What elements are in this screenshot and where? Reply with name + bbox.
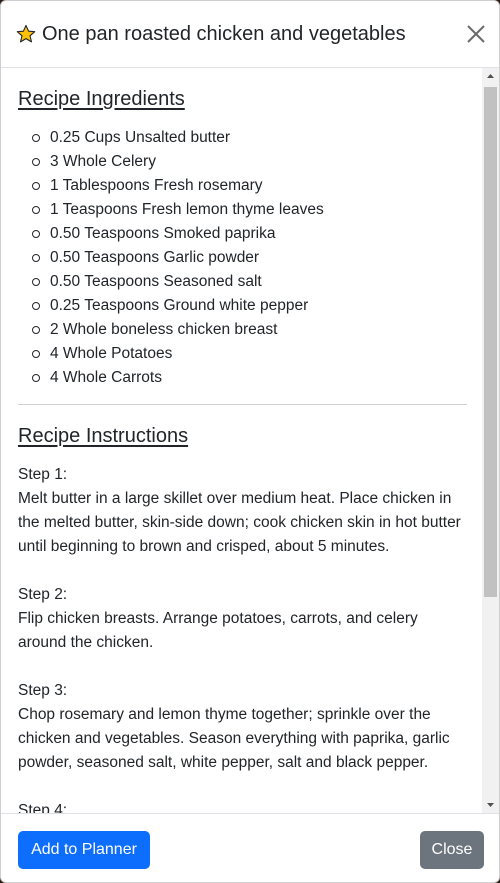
instructions-heading: Recipe Instructions: [18, 425, 189, 447]
instruction-step: Step 4:: [18, 799, 470, 813]
scroll-down-arrow-icon[interactable]: [482, 796, 499, 813]
instruction-step: Step 3: Chop rosemary and lemon thyme tog…: [18, 679, 470, 775]
modal-footer: Add to Planner Close: [1, 813, 499, 882]
step-label: Step 3:: [18, 682, 68, 699]
modal-title: One pan roasted chicken and vegetables: [42, 23, 406, 45]
ingredient-label: 0.50 Teaspoons Garlic powder: [50, 249, 260, 266]
bullet-icon: [32, 374, 40, 382]
ingredient-item: 0.25 Cups Unsalted butter: [18, 126, 324, 150]
ingredient-item: 3 Whole Celery: [18, 150, 324, 174]
ingredient-label: 1 Teaspoons Fresh lemon thyme leaves: [50, 201, 324, 218]
bullet-icon: [32, 350, 40, 358]
bullet-icon: [32, 182, 40, 190]
bullet-icon: [32, 134, 40, 142]
bullet-icon: [32, 206, 40, 214]
bullet-icon: [32, 278, 40, 286]
step-text: Chop rosemary and lemon thyme together; …: [18, 706, 450, 771]
bullet-icon: [32, 158, 40, 166]
ingredients-heading: Recipe Ingredients: [18, 88, 185, 110]
scrollbar-thumb[interactable]: [484, 87, 497, 597]
ingredient-item: 0.50 Teaspoons Seasoned salt: [18, 270, 324, 294]
ingredient-label: 4 Whole Carrots: [50, 369, 162, 386]
instructions-text: Step 1: Melt butter in a large skillet ov…: [18, 463, 470, 813]
close-icon[interactable]: [465, 23, 487, 45]
recipe-modal: One pan roasted chicken and vegetables R…: [0, 0, 500, 883]
ingredient-label: 0.50 Teaspoons Smoked paprika: [50, 225, 276, 242]
ingredient-label: 0.50 Teaspoons Seasoned salt: [50, 273, 262, 290]
step-label: Step 4:: [18, 802, 68, 813]
step-label: Step 1:: [18, 466, 68, 483]
ingredient-item: 1 Teaspoons Fresh lemon thyme leaves: [18, 198, 324, 222]
instruction-step: Step 2: Flip chicken breasts. Arrange pot…: [18, 583, 470, 655]
bullet-icon: [32, 254, 40, 262]
ingredient-label: 1 Tablespoons Fresh rosemary: [50, 177, 263, 194]
scrollbar[interactable]: [482, 68, 499, 813]
ingredient-label: 2 Whole boneless chicken breast: [50, 321, 278, 338]
ingredient-label: 0.25 Cups Unsalted butter: [50, 129, 231, 146]
ingredient-item: 0.25 Teaspoons Ground white pepper: [18, 294, 324, 318]
bullet-icon: [32, 326, 40, 334]
ingredient-label: 4 Whole Potatoes: [50, 345, 173, 362]
ingredient-label: 3 Whole Celery: [50, 153, 156, 170]
section-divider: [18, 404, 467, 405]
scroll-up-arrow-icon[interactable]: [482, 68, 499, 85]
star-icon: [16, 24, 36, 43]
add-to-planner-button[interactable]: Add to Planner: [18, 831, 150, 869]
close-button[interactable]: Close: [420, 831, 484, 869]
ingredient-item: 4 Whole Carrots: [18, 366, 324, 390]
ingredient-item: 2 Whole boneless chicken breast: [18, 318, 324, 342]
bullet-icon: [32, 230, 40, 238]
instruction-step: Step 1: Melt butter in a large skillet ov…: [18, 463, 470, 559]
ingredient-item: 4 Whole Potatoes: [18, 342, 324, 366]
modal-header: One pan roasted chicken and vegetables: [1, 1, 499, 68]
ingredient-label: 0.25 Teaspoons Ground white pepper: [50, 297, 309, 314]
ingredient-item: 0.50 Teaspoons Garlic powder: [18, 246, 324, 270]
ingredient-item: 0.50 Teaspoons Smoked paprika: [18, 222, 324, 246]
ingredient-item: 1 Tablespoons Fresh rosemary: [18, 174, 324, 198]
step-label: Step 2:: [18, 586, 68, 603]
ingredients-list: 0.25 Cups Unsalted butter 3 Whole Celery 1…: [18, 126, 324, 390]
modal-body[interactable]: Recipe Ingredients 0.25 Cups Unsalted bu…: [1, 68, 499, 813]
bullet-icon: [32, 302, 40, 310]
step-text: Melt butter in a large skillet over medi…: [18, 490, 461, 555]
step-text: Flip chicken breasts. Arrange potatoes, …: [18, 610, 418, 651]
